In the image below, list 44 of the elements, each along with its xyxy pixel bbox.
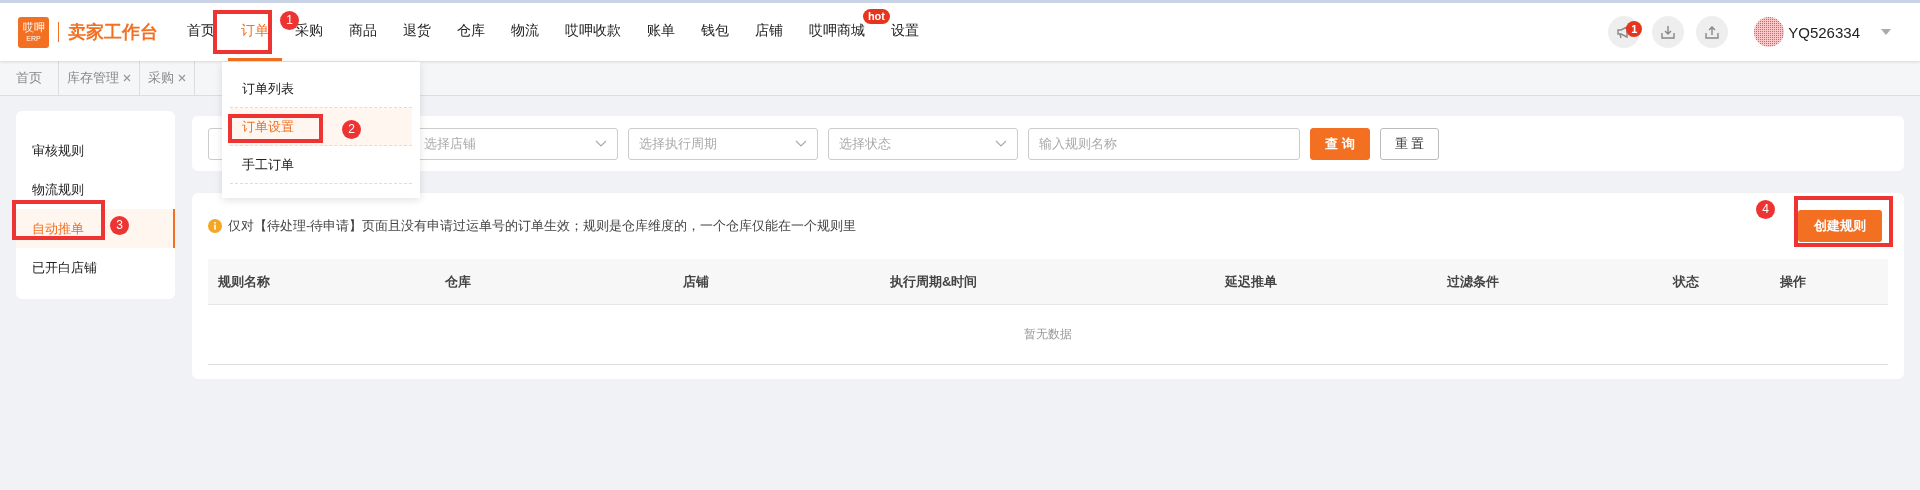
nav-item[interactable]: 仓库: [444, 3, 498, 61]
chevron-icon: [995, 140, 1007, 147]
info-icon: [208, 219, 222, 233]
column-header: 执行周期&时间: [889, 272, 979, 291]
download-icon: [1660, 24, 1677, 40]
close-icon[interactable]: [178, 74, 186, 82]
chevron-icon: [595, 140, 607, 147]
chevron-icon: [795, 140, 807, 147]
column-header: 延迟推单: [1223, 272, 1278, 291]
menu-item[interactable]: 手工订单: [230, 146, 412, 184]
sidebar-item[interactable]: 审核规则: [16, 131, 175, 170]
nav-item[interactable]: 首页: [174, 3, 228, 61]
nav-item[interactable]: 哎呷收款: [552, 3, 634, 61]
avatar-icon[interactable]: [1754, 17, 1785, 47]
page-tab[interactable]: 库存管理: [59, 61, 140, 95]
column-header: 规则名称: [217, 272, 271, 291]
highlight-frame: [213, 10, 272, 54]
hot-badge: hot: [862, 9, 890, 24]
notification-count: 1: [1626, 21, 1643, 37]
nav-item[interactable]: 物流: [498, 3, 552, 61]
reset-button[interactable]: 重 置: [1379, 127, 1440, 160]
column-header: 店铺: [682, 272, 710, 291]
page-tab[interactable]: 采购: [140, 61, 195, 95]
empty-text: 暂无数据: [1024, 326, 1072, 343]
nav-item[interactable]: 商品: [336, 3, 390, 61]
sidebar-item[interactable]: 已开白店铺: [16, 248, 175, 287]
column-header: 仓库: [444, 272, 472, 291]
nav-item[interactable]: 店铺: [742, 3, 796, 61]
nav-item[interactable]: 退货: [390, 3, 444, 61]
notice-text: 仅对【待处理-待申请】页面且没有申请过运单号的订单生效；规则是仓库维度的，一个仓库仅能在一个规则里: [228, 217, 857, 235]
upload-button[interactable]: [1696, 16, 1729, 48]
nav-item[interactable]: 账单: [634, 3, 688, 61]
column-header: 操作: [1779, 272, 1807, 291]
nav-item[interactable]: 钱包: [688, 3, 742, 61]
app-title: 卖家工作台: [58, 22, 158, 42]
sidebar-item[interactable]: 物流规则: [16, 170, 175, 209]
page-tab[interactable]: 首页: [0, 61, 59, 95]
download-button[interactable]: [1652, 16, 1685, 48]
column-header: 过滤条件: [1446, 272, 1500, 291]
caret-icon[interactable]: [1880, 28, 1892, 36]
upload-icon: [1704, 24, 1721, 40]
column-header: 状态: [1671, 272, 1700, 291]
close-icon[interactable]: [123, 74, 131, 82]
user-name[interactable]: YQ526334: [1788, 23, 1860, 41]
